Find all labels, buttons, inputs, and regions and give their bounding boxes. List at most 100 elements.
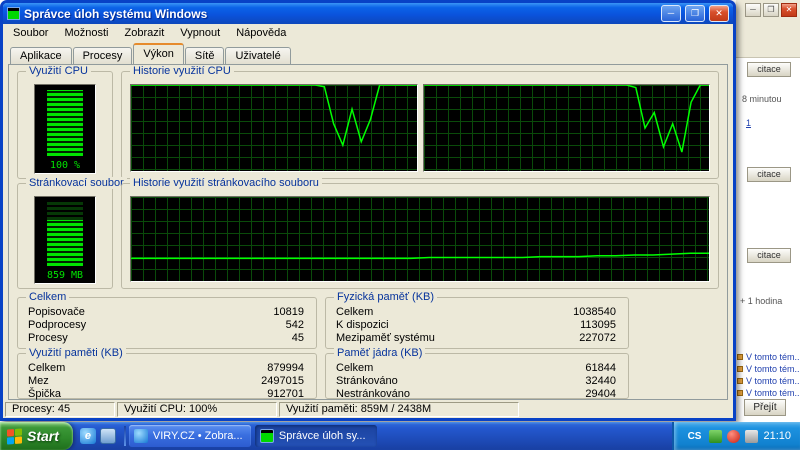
- citace-button[interactable]: citace: [747, 167, 791, 182]
- stat-value: 45: [291, 332, 304, 344]
- start-button[interactable]: Start: [0, 422, 73, 450]
- commit-charge-rows: Celkem 879994 Mez 2497015 Špička 912701: [28, 362, 304, 400]
- stat-label: Nestránkováno: [336, 388, 410, 400]
- physical-memory-rows: Celkem 1038540 K dispozici 113095 Mezipa…: [336, 306, 616, 346]
- stat-row: Popisovače 10819: [28, 306, 304, 319]
- tray-icon-red[interactable]: [727, 429, 741, 443]
- performance-tab-panel: Využití CPU 100 % Historie využití CPU S…: [8, 64, 728, 400]
- menu-moznosti[interactable]: Možnosti: [56, 25, 116, 41]
- topic-link[interactable]: V tomto tém...: [737, 388, 800, 398]
- menu-bar: Soubor Možnosti Zobrazit Vypnout Nápověd…: [3, 24, 733, 42]
- system-tray: CS 21:10: [671, 422, 800, 450]
- menu-napoveda[interactable]: Nápověda: [228, 25, 294, 41]
- stat-label: Stránkováno: [336, 375, 398, 387]
- title-bar[interactable]: Správce úloh systému Windows ─ ❐ ✕: [3, 3, 733, 24]
- cpu-history-group: Historie využití CPU: [121, 65, 719, 179]
- totals-group: Celkem Popisovače 10819 Podprocesy 542 P…: [17, 291, 317, 349]
- status-processes: Procesy: 45: [5, 402, 115, 417]
- cpu-usage-value: 100 %: [49, 160, 81, 171]
- cpu-led-stack: [47, 90, 83, 156]
- citace-button[interactable]: citace: [747, 248, 791, 263]
- tab-procesy[interactable]: Procesy: [72, 47, 133, 64]
- stat-row: Mezipaměť systému 227072: [336, 332, 616, 345]
- stat-row: Podprocesy 542: [28, 319, 304, 332]
- minimize-button[interactable]: ─: [661, 5, 681, 22]
- topic-link[interactable]: V tomto tém...: [737, 364, 800, 374]
- task-button-task-manager[interactable]: Správce úloh sy...: [254, 425, 377, 447]
- task-manager-icon: [259, 429, 274, 443]
- start-button-label: Start: [27, 428, 59, 444]
- internet-explorer-icon[interactable]: e: [79, 428, 96, 444]
- stat-row: Stránkováno 32440: [336, 375, 616, 388]
- pagefile-led-stack: [47, 202, 83, 266]
- stat-label: Podprocesy: [28, 319, 87, 331]
- tab-uzivatele[interactable]: Uživatelé: [225, 47, 291, 64]
- stat-value: 32440: [585, 375, 616, 387]
- stat-label: Celkem: [336, 362, 374, 374]
- go-button[interactable]: Přejít: [744, 399, 786, 416]
- stat-label: Mezipaměť systému: [336, 332, 435, 344]
- taskbar: Start e VIRY.CZ • Zobra... Správce úloh …: [0, 422, 800, 450]
- tab-strip: Aplikace Procesy Výkon Sítě Uživatelé: [8, 42, 728, 64]
- pagefile-group: Stránkovací soubor 859 MB: [17, 177, 127, 289]
- totals-rows: Popisovače 10819 Podprocesy 542 Procesy …: [28, 306, 304, 346]
- task-button-label: Správce úloh sy...: [278, 430, 366, 442]
- cpu-history-caption: Historie využití CPU: [130, 65, 234, 77]
- cpu-usage-gauge: 100 %: [34, 84, 96, 174]
- totals-caption: Celkem: [26, 291, 70, 303]
- stat-row: Špička 912701: [28, 388, 304, 401]
- task-manager-window: Správce úloh systému Windows ─ ❐ ✕ Soubo…: [0, 0, 736, 421]
- pagefile-history-graphs: [130, 196, 710, 282]
- stat-label: K dispozici: [336, 319, 389, 331]
- citace-button[interactable]: citace: [747, 62, 791, 77]
- pagefile-history-line: [131, 197, 709, 281]
- task-manager-icon: [7, 7, 20, 20]
- stat-value: 912701: [267, 388, 304, 400]
- browser-minimize-button[interactable]: ─: [745, 3, 761, 17]
- physical-memory-caption: Fyzická paměť (KB): [334, 291, 438, 303]
- page-number-link[interactable]: 1: [746, 118, 751, 128]
- stat-row: Celkem 61844: [336, 362, 616, 375]
- tab-aplikace[interactable]: Aplikace: [10, 47, 72, 64]
- tab-vykon[interactable]: Výkon: [133, 43, 184, 64]
- status-memory-usage: Využití paměti: 859M / 2438M: [279, 402, 519, 417]
- status-cpu-usage: Využití CPU: 100%: [117, 402, 277, 417]
- volume-icon[interactable]: [745, 429, 759, 443]
- menu-vypnout[interactable]: Vypnout: [172, 25, 228, 41]
- tab-site[interactable]: Sítě: [184, 47, 225, 64]
- topic-link-label: V tomto tém...: [746, 376, 800, 386]
- stat-row: Nestránkováno 29404: [336, 388, 616, 401]
- stat-row: Celkem 1038540: [336, 306, 616, 319]
- language-indicator[interactable]: CS: [685, 430, 705, 443]
- antivirus-tray-icon[interactable]: [709, 429, 723, 443]
- stat-label: Celkem: [336, 306, 374, 318]
- browser-chrome: ─ ❐ ✕: [736, 0, 800, 58]
- browser-maximize-button[interactable]: ❐: [763, 3, 779, 17]
- topic-icon: [737, 378, 743, 384]
- topic-link[interactable]: V tomto tém...: [737, 352, 800, 362]
- cpu-history-line-2: [424, 85, 710, 171]
- pagefile-gauge: 859 MB: [34, 196, 96, 284]
- stat-label: Celkem: [28, 362, 66, 374]
- commit-charge-group: Využití paměti (KB) Celkem 879994 Mez 24…: [17, 347, 317, 400]
- browser-close-button[interactable]: ✕: [781, 3, 797, 17]
- show-desktop-icon[interactable]: [99, 428, 116, 444]
- window-title: Správce úloh systému Windows: [24, 6, 208, 21]
- topic-link[interactable]: V tomto tém...: [737, 376, 800, 386]
- stat-label: Procesy: [28, 332, 68, 344]
- commit-charge-caption: Využití paměti (KB): [26, 347, 126, 359]
- cpu-history-graphs: [130, 84, 710, 172]
- stat-label: Špička: [28, 388, 62, 400]
- maximize-button[interactable]: ❐: [685, 5, 705, 22]
- cpu-usage-group: Využití CPU 100 %: [17, 65, 113, 179]
- internet-explorer-icon: [133, 429, 148, 443]
- menu-soubor[interactable]: Soubor: [5, 25, 56, 41]
- stat-value: 542: [285, 319, 304, 331]
- stat-value: 29404: [585, 388, 616, 400]
- task-button-browser[interactable]: VIRY.CZ • Zobra...: [128, 425, 251, 447]
- topic-link-label: V tomto tém...: [746, 352, 800, 362]
- cpu-history-graph-1: [130, 84, 418, 172]
- menu-zobrazit[interactable]: Zobrazit: [117, 25, 173, 41]
- pagefile-history-group: Historie využití stránkovacího souboru: [121, 177, 719, 289]
- close-button[interactable]: ✕: [709, 5, 729, 22]
